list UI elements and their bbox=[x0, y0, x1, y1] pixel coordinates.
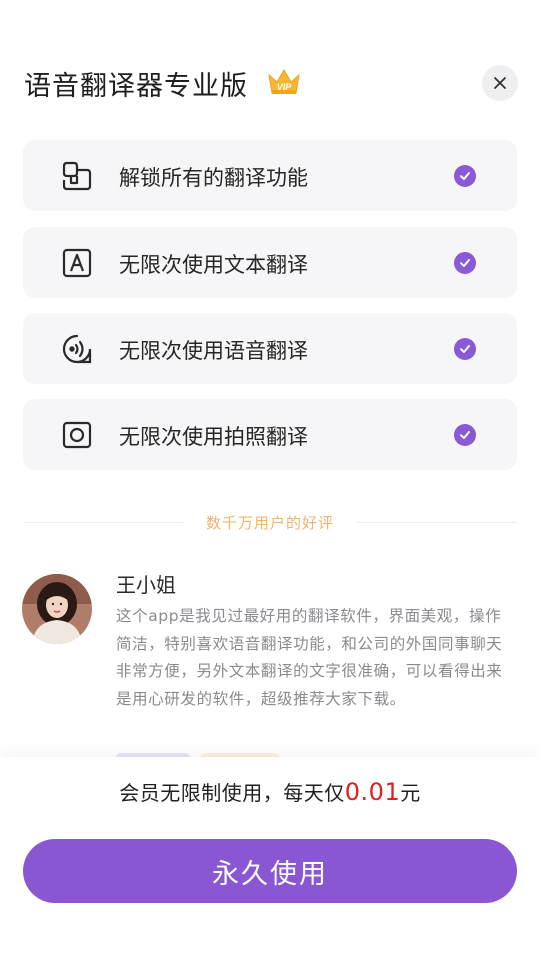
close-button[interactable] bbox=[482, 65, 518, 101]
feature-label: 无限次使用拍照翻译 bbox=[119, 425, 308, 449]
price-line: 会员无限制使用，每天仅0.01元 bbox=[0, 777, 540, 806]
svg-text:VIP: VIP bbox=[277, 82, 293, 92]
unlock-features-icon bbox=[60, 159, 94, 193]
feature-card-unlock: 解锁所有的翻译功能 bbox=[23, 140, 517, 211]
feature-card-camera: 无限次使用拍照翻译 bbox=[23, 399, 517, 470]
page-title: 语音翻译器专业版 bbox=[24, 71, 248, 102]
text-translate-icon bbox=[60, 246, 94, 280]
price-suffix: 元 bbox=[400, 781, 421, 805]
check-icon bbox=[454, 252, 476, 274]
check-icon bbox=[454, 338, 476, 360]
check-icon bbox=[454, 424, 476, 446]
buy-forever-button[interactable]: 永久使用 bbox=[23, 839, 517, 903]
review-text: 这个app是我见过最好用的翻译软件，界面美观，操作简洁，特别喜欢语音翻译功能，和… bbox=[116, 607, 503, 708]
purchase-panel: 会员无限制使用，每天仅0.01元 永久使用 bbox=[0, 757, 540, 960]
check-icon bbox=[454, 165, 476, 187]
divider-line-right bbox=[357, 522, 517, 523]
reviews-divider: 数千万用户的好评 bbox=[23, 510, 517, 536]
vip-crown-icon: VIP bbox=[266, 66, 302, 98]
price-prefix: 会员无限制使用，每天仅 bbox=[119, 781, 345, 805]
reviewer-name: 王小姐 bbox=[116, 573, 176, 597]
close-icon bbox=[494, 77, 506, 89]
voice-translate-icon bbox=[60, 332, 94, 366]
camera-translate-icon bbox=[60, 418, 94, 452]
feature-label: 无限次使用语音翻译 bbox=[119, 339, 308, 363]
header: 语音翻译器专业版 VIP bbox=[24, 62, 518, 102]
avatar bbox=[22, 574, 92, 644]
feature-card-text: 无限次使用文本翻译 bbox=[23, 227, 517, 298]
feature-card-voice: 无限次使用语音翻译 bbox=[23, 313, 517, 384]
price-value: 0.01 bbox=[344, 778, 401, 806]
feature-label: 解锁所有的翻译功能 bbox=[119, 166, 308, 190]
feature-label: 无限次使用文本翻译 bbox=[119, 253, 308, 277]
